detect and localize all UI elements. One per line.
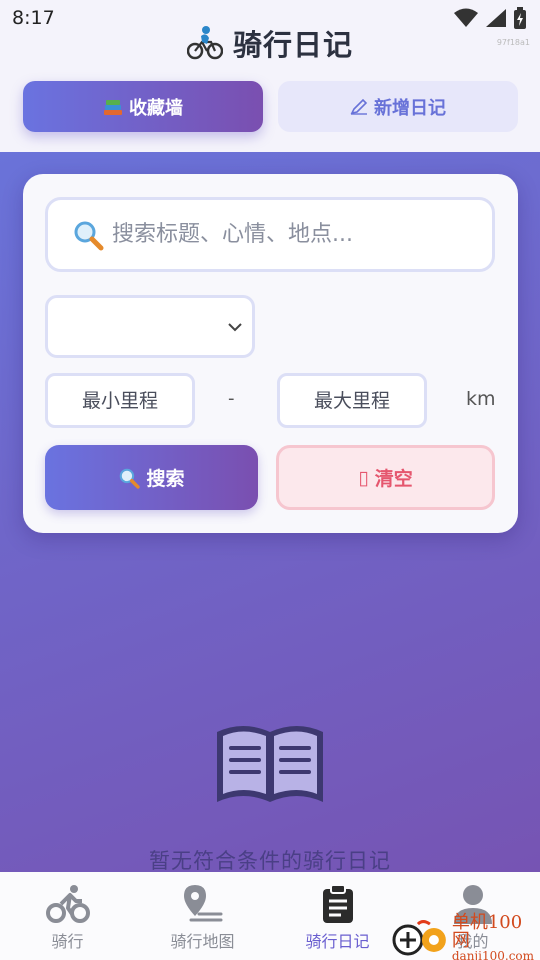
search-box[interactable] xyxy=(45,197,495,272)
watermark-logo-icon xyxy=(392,919,446,955)
build-tag: 97f18a1 xyxy=(496,38,530,47)
nav-item-diary[interactable]: 骑行日记 xyxy=(270,872,405,960)
nav-item-ride[interactable]: 骑行 xyxy=(0,872,135,960)
nav-item-map[interactable]: 骑行地图 xyxy=(135,872,270,960)
search-icon xyxy=(74,221,104,250)
distance-unit: km xyxy=(466,388,496,410)
tab-favorites[interactable]: 收藏墙 xyxy=(23,81,263,132)
search-icon xyxy=(120,468,141,489)
page-title: 骑行日记 xyxy=(232,28,353,62)
pencil-icon xyxy=(350,98,368,115)
filter-select[interactable] xyxy=(45,295,255,358)
tab-new-diary[interactable]: 新增日记 xyxy=(278,81,518,132)
min-distance-input[interactable] xyxy=(45,373,195,428)
tab-bar: 收藏墙 新增日记 xyxy=(23,81,518,132)
search-button[interactable]: 搜索 xyxy=(45,445,258,510)
chevron-down-icon xyxy=(228,322,242,331)
open-book-icon xyxy=(217,726,323,802)
watermark-cn: 单机100网 xyxy=(451,911,523,951)
clipboard-icon xyxy=(322,884,353,923)
search-button-label: 搜索 xyxy=(146,468,185,490)
range-separator: - xyxy=(228,388,235,409)
map-pin-icon xyxy=(183,885,222,922)
bicycle-icon xyxy=(45,885,90,923)
cyclist-icon xyxy=(186,26,223,60)
search-card: - km 搜索 ▯ 清空 xyxy=(23,174,518,533)
watermark-text: 单机100网 danji100.com xyxy=(451,911,540,960)
books-icon xyxy=(104,99,122,115)
clear-button-label: 清空 xyxy=(374,468,413,490)
clear-icon: ▯ xyxy=(358,466,369,489)
tab-favorites-label: 收藏墙 xyxy=(129,97,183,119)
search-input[interactable] xyxy=(112,222,472,247)
watermark: 单机100网 danji100.com xyxy=(390,911,540,960)
clear-button[interactable]: ▯ 清空 xyxy=(276,445,495,510)
empty-state-text: 暂无符合条件的骑行日记 xyxy=(149,849,391,873)
max-distance-input[interactable] xyxy=(277,373,427,428)
app-header: 骑行日记 97f18a1 xyxy=(0,18,540,68)
tab-new-diary-label: 新增日记 xyxy=(374,97,446,119)
watermark-url: danji100.com xyxy=(451,948,535,960)
nav-label-ride: 骑行 xyxy=(51,932,84,951)
nav-label-map: 骑行地图 xyxy=(170,932,235,951)
nav-label-diary: 骑行日记 xyxy=(305,932,370,951)
